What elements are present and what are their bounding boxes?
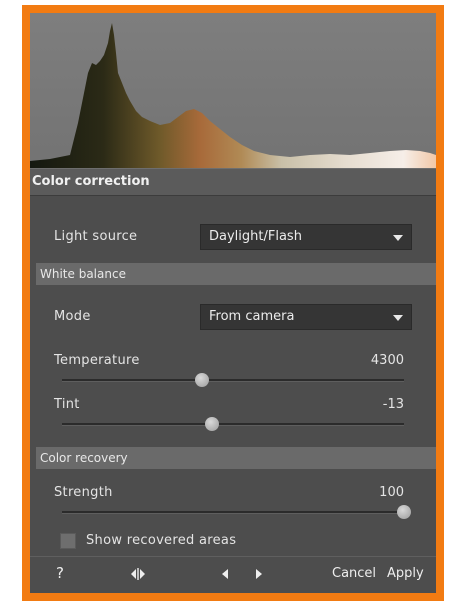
light-source-value: Daylight/Flash	[209, 229, 302, 244]
chevron-down-icon	[393, 315, 403, 321]
temperature-slider-thumb[interactable]	[195, 373, 210, 387]
mode-label: Mode	[54, 309, 91, 324]
compare-split-button[interactable]	[130, 568, 146, 584]
section-color-correction[interactable]: Color correction	[30, 168, 436, 196]
help-button[interactable]: ?	[56, 564, 64, 582]
histogram	[30, 13, 436, 168]
mode-dropdown[interactable]: From camera	[200, 304, 412, 330]
strength-slider-thumb[interactable]	[397, 505, 411, 519]
tint-slider[interactable]	[62, 417, 404, 431]
subsection-white-balance: White balance	[36, 263, 436, 285]
chevron-down-icon	[393, 235, 403, 241]
histogram-area	[30, 23, 436, 168]
tint-label: Tint	[54, 397, 80, 412]
previous-button[interactable]	[220, 568, 230, 584]
section-title: Color correction	[32, 174, 150, 189]
temperature-label: Temperature	[54, 353, 140, 368]
triangle-right-icon	[256, 569, 262, 579]
light-source-label: Light source	[54, 229, 138, 244]
subsection-title: White balance	[40, 267, 126, 281]
mode-value: From camera	[209, 309, 295, 324]
tint-slider-thumb[interactable]	[205, 417, 220, 431]
show-recovered-areas-label[interactable]: Show recovered areas	[86, 533, 236, 548]
strength-slider[interactable]	[62, 505, 411, 519]
temperature-value: 4300	[370, 353, 404, 368]
color-correction-panel: Color correction Light source Daylight/F…	[30, 13, 436, 593]
triangle-left-icon	[222, 569, 228, 579]
strength-label: Strength	[54, 485, 113, 500]
subsection-color-recovery: Color recovery	[36, 447, 436, 469]
compare-split-icon	[131, 568, 145, 580]
dialog-frame: Color correction Light source Daylight/F…	[22, 5, 444, 601]
apply-button[interactable]: Apply	[387, 566, 424, 581]
histogram-graph	[30, 23, 436, 168]
strength-value: 100	[379, 485, 404, 500]
next-button[interactable]	[254, 568, 264, 584]
show-recovered-areas-checkbox[interactable]	[60, 533, 76, 549]
subsection-title: Color recovery	[40, 451, 128, 465]
light-source-dropdown[interactable]: Daylight/Flash	[200, 224, 412, 250]
tint-value: -13	[382, 397, 404, 412]
cancel-button[interactable]: Cancel	[332, 566, 376, 581]
dialog-footer: ? Cancel Apply	[30, 556, 436, 593]
temperature-slider[interactable]	[62, 373, 404, 387]
